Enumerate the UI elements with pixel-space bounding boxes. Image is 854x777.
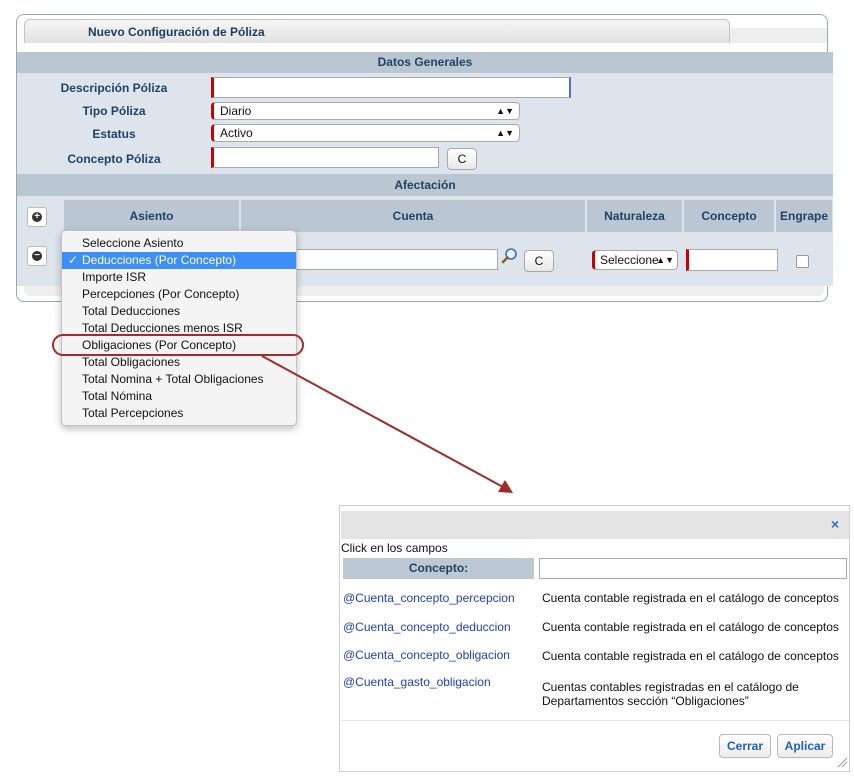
close-icon[interactable]: × [831, 516, 839, 532]
variable-link[interactable]: @Cuenta_concepto_deduccion [343, 620, 511, 634]
dialog-divider [341, 720, 849, 721]
resize-grip-icon[interactable] [836, 756, 848, 768]
variable-description: Cuenta contable registrada en el catálog… [542, 591, 839, 605]
dialog-concepto-input[interactable] [539, 558, 847, 579]
variable-link[interactable]: @Cuenta_concepto_percepcion [343, 591, 515, 605]
cerrar-button[interactable]: Cerrar [719, 734, 771, 758]
variable-description: Cuenta contable registrada en el catálog… [542, 649, 839, 663]
dialog-concepto-label: Concepto: [343, 558, 534, 579]
dialog-titlebar [341, 511, 849, 539]
variable-description: Cuentas contables registradas en el catá… [542, 680, 799, 708]
aplicar-button[interactable]: Aplicar [777, 734, 833, 758]
variable-link[interactable]: @Cuenta_gasto_obligacion [343, 675, 491, 689]
variable-link[interactable]: @Cuenta_concepto_obligacion [343, 648, 510, 662]
variable-description: Cuenta contable registrada en el catálog… [542, 620, 839, 634]
dialog-help-text: Click en los campos [341, 541, 448, 555]
